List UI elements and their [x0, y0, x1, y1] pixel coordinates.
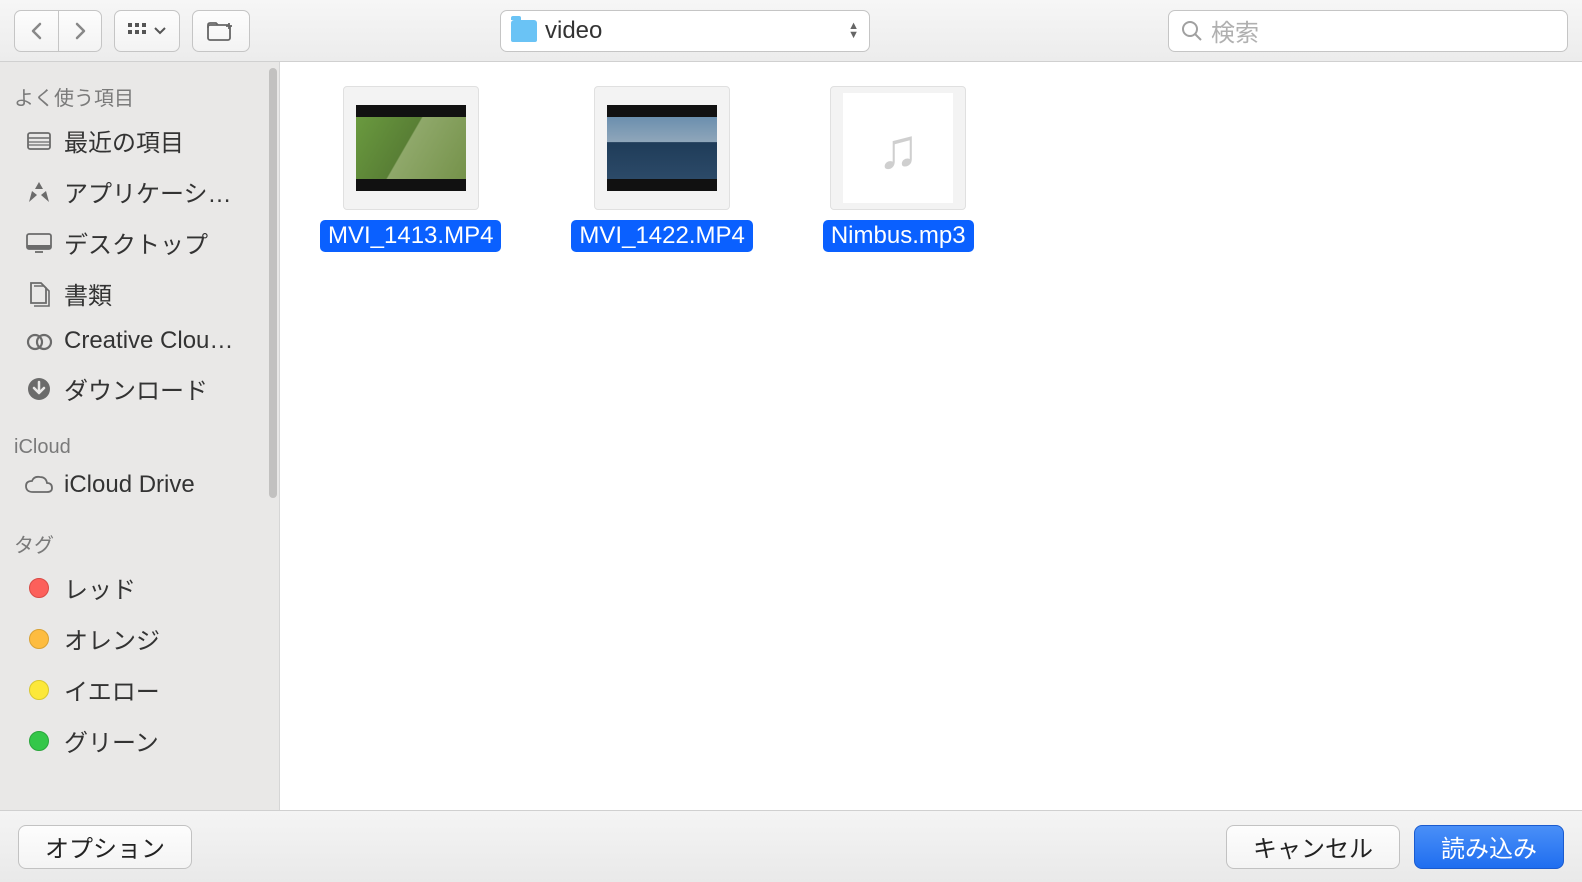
file-item[interactable]: MVI_1413.MP4	[320, 86, 501, 252]
sidebar-tag-yellow[interactable]: イエロー	[0, 664, 279, 715]
tag-dot-icon	[24, 626, 54, 652]
sidebar-tag-red[interactable]: レッド	[0, 562, 279, 613]
sidebar-header-favorites: よく使う項目	[0, 74, 279, 115]
file-thumbnail	[343, 86, 479, 210]
downloads-icon	[24, 376, 54, 402]
forward-button[interactable]	[58, 10, 102, 52]
sidebar-item-label: イエロー	[64, 672, 160, 707]
sidebar-item-label: Creative Clou…	[64, 327, 233, 355]
view-mode-button[interactable]	[114, 10, 180, 52]
import-button[interactable]: 読み込み	[1414, 825, 1564, 869]
sidebar-item-label: 書類	[64, 276, 112, 311]
sidebar-tag-green[interactable]: グリーン	[0, 715, 279, 766]
stepper-icon: ▲▼	[848, 22, 859, 40]
folder-icon	[511, 20, 537, 42]
sidebar: よく使う項目 最近の項目 アプリケーシ… デスクトップ 書類	[0, 62, 280, 810]
sidebar-item-documents[interactable]: 書類	[0, 268, 279, 319]
file-thumbnail: ♫	[830, 86, 966, 210]
search-input[interactable]: 検索	[1168, 10, 1568, 52]
sidebar-item-icloud-drive[interactable]: iCloud Drive	[0, 463, 279, 507]
sidebar-item-downloads[interactable]: ダウンロード	[0, 363, 279, 414]
sidebar-tag-orange[interactable]: オレンジ	[0, 613, 279, 664]
back-button[interactable]	[14, 10, 58, 52]
music-note-icon: ♫	[843, 93, 953, 203]
new-folder-button[interactable]	[192, 10, 250, 52]
sidebar-item-desktop[interactable]: デスクトップ	[0, 217, 279, 268]
file-name: Nimbus.mp3	[823, 220, 974, 252]
sidebar-item-label: アプリケーシ…	[64, 174, 232, 209]
creative-cloud-icon	[24, 328, 54, 354]
grid-icon	[128, 23, 150, 39]
sidebar-item-applications[interactable]: アプリケーシ…	[0, 166, 279, 217]
file-item[interactable]: ♫ Nimbus.mp3	[823, 86, 974, 252]
file-thumbnail	[594, 86, 730, 210]
documents-icon	[24, 281, 54, 307]
recent-icon	[24, 128, 54, 154]
sidebar-item-label: グリーン	[64, 723, 159, 758]
sidebar-item-creative-cloud[interactable]: Creative Clou…	[0, 319, 279, 363]
search-icon	[1181, 20, 1203, 42]
toolbar: video ▲▼ 検索	[0, 0, 1582, 62]
sidebar-item-label: 最近の項目	[64, 123, 184, 158]
tag-dot-icon	[24, 575, 54, 601]
file-grid: MVI_1413.MP4 MVI_1422.MP4 ♫ Nimbus.mp3	[280, 62, 1582, 810]
sidebar-item-label: デスクトップ	[64, 225, 208, 260]
apps-icon	[24, 179, 54, 205]
sidebar-item-label: レッド	[64, 570, 136, 605]
tag-dot-icon	[24, 677, 54, 703]
file-name: MVI_1413.MP4	[320, 220, 501, 252]
scrollbar[interactable]	[269, 68, 277, 498]
file-item[interactable]: MVI_1422.MP4	[571, 86, 752, 252]
current-folder-name: video	[545, 17, 602, 45]
cancel-button[interactable]: キャンセル	[1226, 825, 1400, 869]
search-placeholder: 検索	[1211, 13, 1259, 48]
sidebar-item-label: オレンジ	[64, 621, 160, 656]
chevron-down-icon	[154, 27, 166, 35]
sidebar-item-label: iCloud Drive	[64, 471, 195, 499]
nav-buttons	[14, 10, 102, 52]
sidebar-header-tags: タグ	[0, 521, 279, 562]
cloud-icon	[24, 472, 54, 498]
path-selector[interactable]: video ▲▼	[500, 10, 870, 52]
file-name: MVI_1422.MP4	[571, 220, 752, 252]
sidebar-item-recent[interactable]: 最近の項目	[0, 115, 279, 166]
options-button[interactable]: オプション	[18, 825, 192, 869]
sidebar-item-label: ダウンロード	[64, 371, 208, 406]
desktop-icon	[24, 230, 54, 256]
sidebar-header-icloud: iCloud	[0, 428, 279, 463]
footer: オプション キャンセル 読み込み	[0, 810, 1582, 882]
tag-dot-icon	[24, 728, 54, 754]
